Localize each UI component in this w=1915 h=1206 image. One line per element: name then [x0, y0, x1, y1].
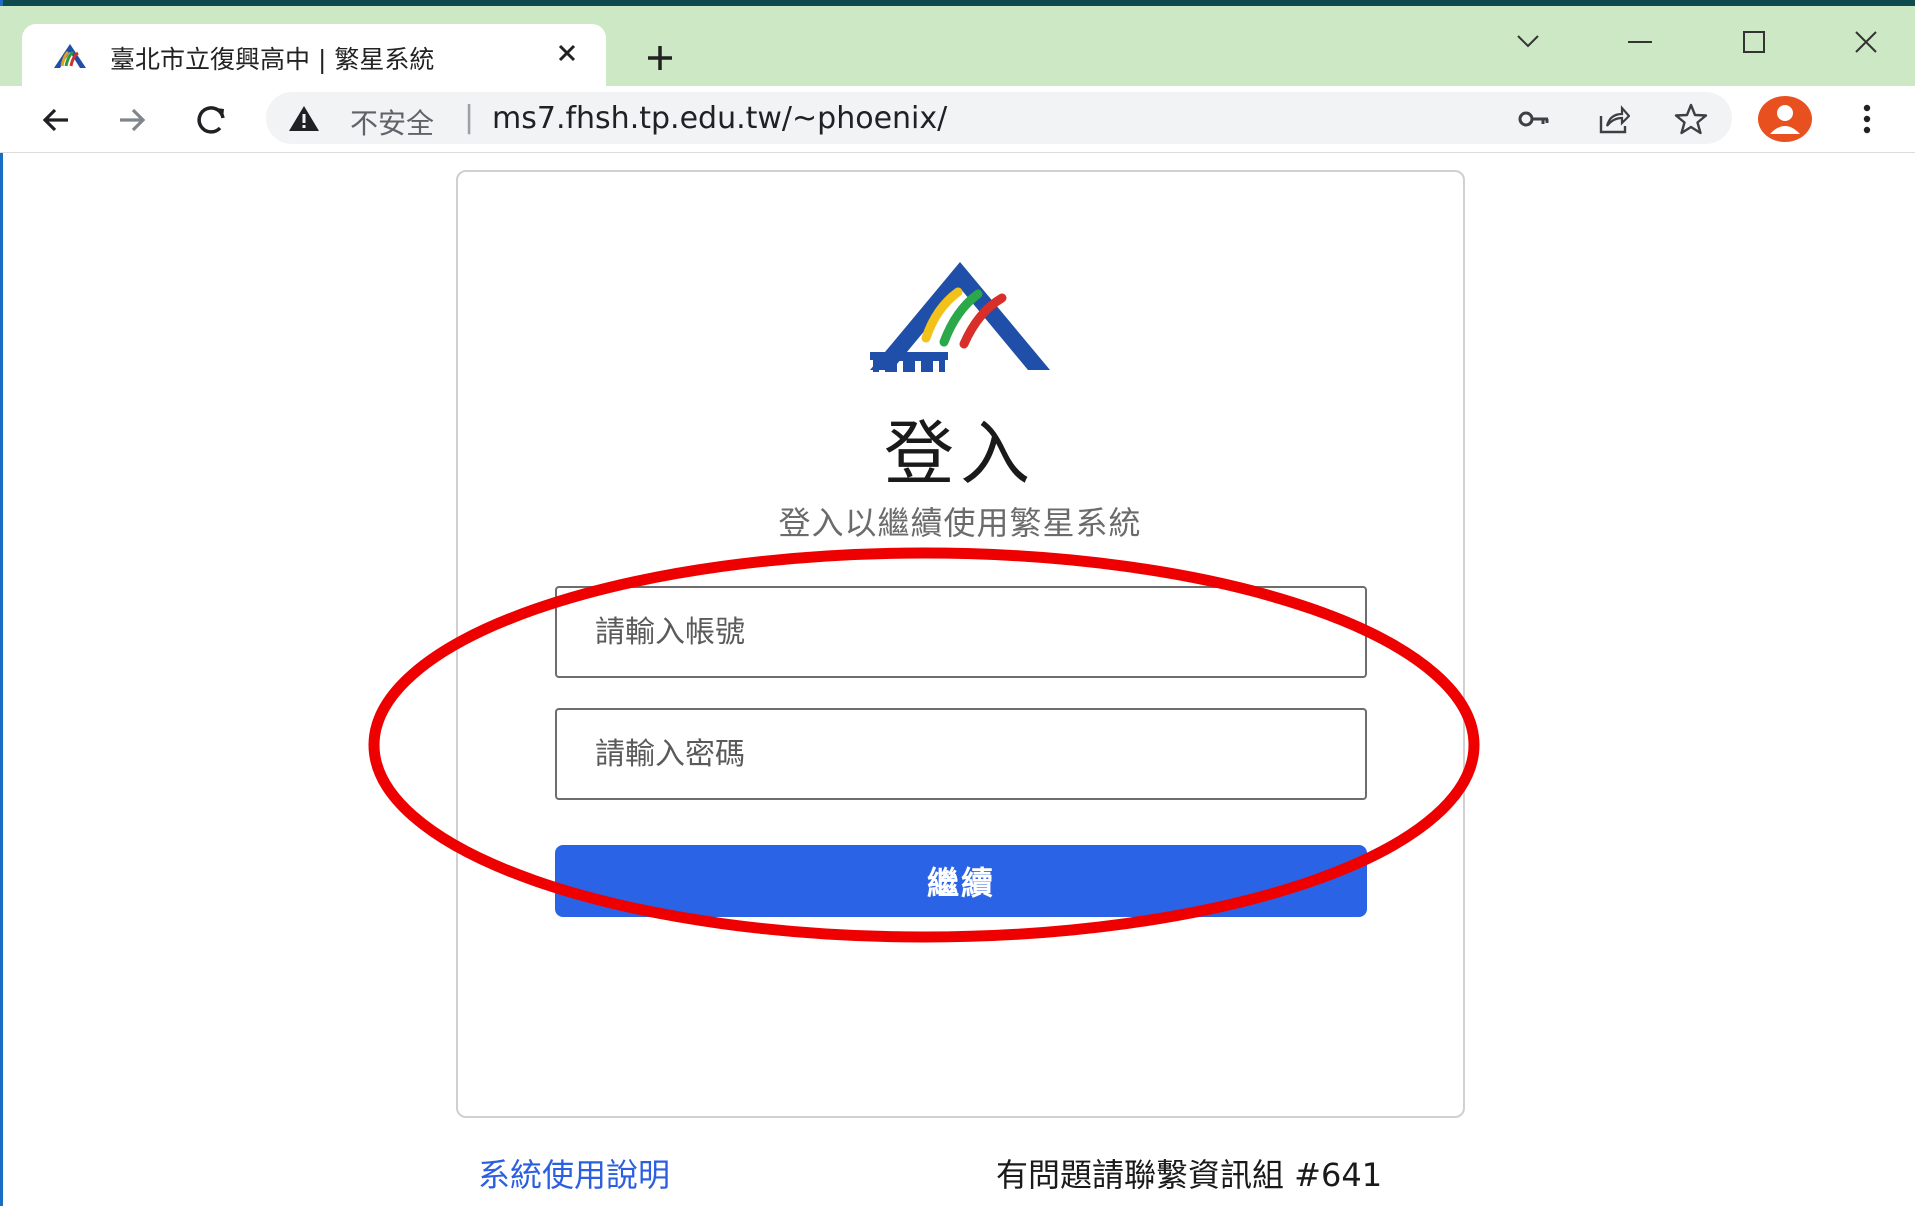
page-title: 登入 — [884, 413, 1036, 495]
reload-icon[interactable] — [192, 100, 232, 140]
profile-avatar-icon[interactable] — [1758, 96, 1812, 142]
share-icon[interactable] — [1596, 102, 1630, 136]
kebab-menu-icon[interactable] — [1852, 102, 1882, 136]
warning-triangle-icon[interactable] — [288, 104, 320, 132]
tab-title: 臺北市立復興高中 | 繁星系統 — [110, 45, 435, 74]
window-frame-left — [0, 0, 3, 1206]
browser-tab-strip: 臺北市立復興高中 | 繁星系統 — [0, 6, 1915, 86]
close-window-icon[interactable] — [1846, 22, 1886, 62]
url-text[interactable]: ms7.fhsh.tp.edu.tw/~phoenix/ — [492, 101, 947, 136]
contact-info: 有問題請聯繫資訊組 #641 — [996, 1156, 1383, 1194]
address-bar[interactable]: 不安全 | ms7.fhsh.tp.edu.tw/~phoenix/ — [266, 92, 1732, 144]
security-label[interactable]: 不安全 — [350, 102, 434, 142]
school-logo-icon — [54, 44, 86, 68]
arrow-right-icon[interactable] — [112, 100, 152, 140]
browser-toolbar: 不安全 | ms7.fhsh.tp.edu.tw/~phoenix/ — [0, 86, 1915, 153]
account-input[interactable] — [555, 586, 1367, 678]
chevron-down-icon[interactable] — [1508, 22, 1548, 62]
key-icon[interactable] — [1516, 102, 1550, 136]
arrow-left-icon[interactable] — [36, 100, 76, 140]
browser-tab[interactable]: 臺北市立復興高中 | 繁星系統 — [22, 24, 606, 86]
address-separator: | — [464, 100, 475, 135]
continue-button[interactable]: 繼續 — [555, 845, 1367, 917]
star-icon[interactable] — [1674, 102, 1708, 136]
password-input[interactable] — [555, 708, 1367, 800]
plus-icon[interactable] — [642, 40, 678, 76]
help-link[interactable]: 系統使用說明 — [478, 1150, 670, 1196]
school-logo-icon — [870, 262, 1050, 372]
close-icon[interactable] — [552, 38, 582, 68]
page-subtitle: 登入以繼續使用繁星系統 — [778, 504, 1142, 542]
maximize-icon[interactable] — [1734, 22, 1774, 62]
minimize-icon[interactable] — [1620, 22, 1660, 62]
